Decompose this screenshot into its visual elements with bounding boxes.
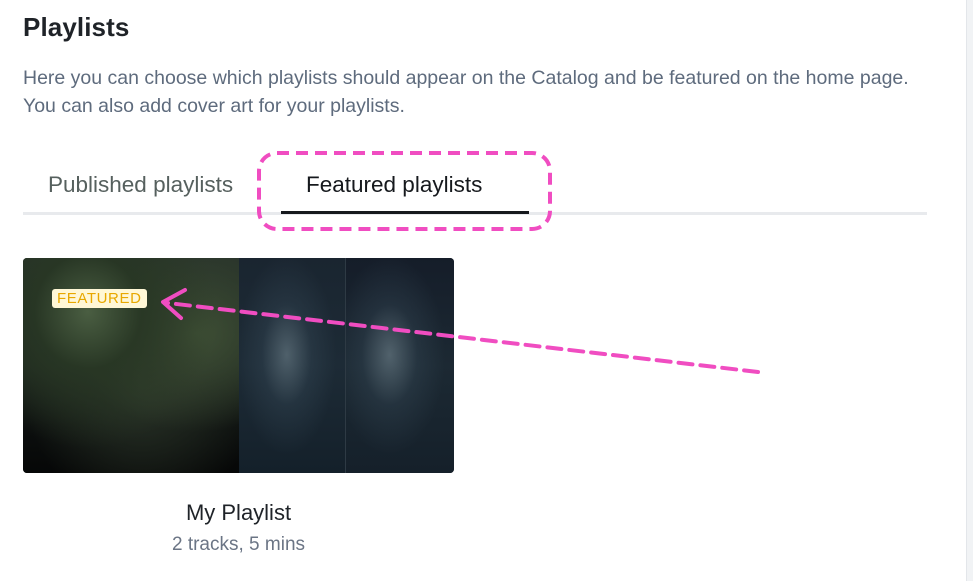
cover-tile-ballet [345,258,454,473]
page-title: Playlists [23,12,130,42]
playlist-cover-art[interactable]: FEATURED [23,258,454,473]
featured-badge: FEATURED [52,289,147,308]
tab-featured-playlists[interactable]: Featured playlists [306,172,482,198]
playlist-tabs: Published playlists Featured playlists [23,166,927,216]
playlist-card[interactable]: FEATURED My Playlist 2 tracks, 5 mins [23,258,454,558]
playlists-page: Playlists Here you can choose which play… [0,0,973,581]
playlist-name[interactable]: My Playlist [23,500,454,526]
playlist-meta: 2 tracks, 5 mins [171,534,306,555]
active-tab-indicator [281,211,529,214]
page-description: Here you can choose which playlists shou… [23,67,909,117]
scrollbar-track[interactable] [966,0,973,581]
cover-tile-ballet [239,258,345,473]
tab-published-playlists[interactable]: Published playlists [48,172,233,198]
